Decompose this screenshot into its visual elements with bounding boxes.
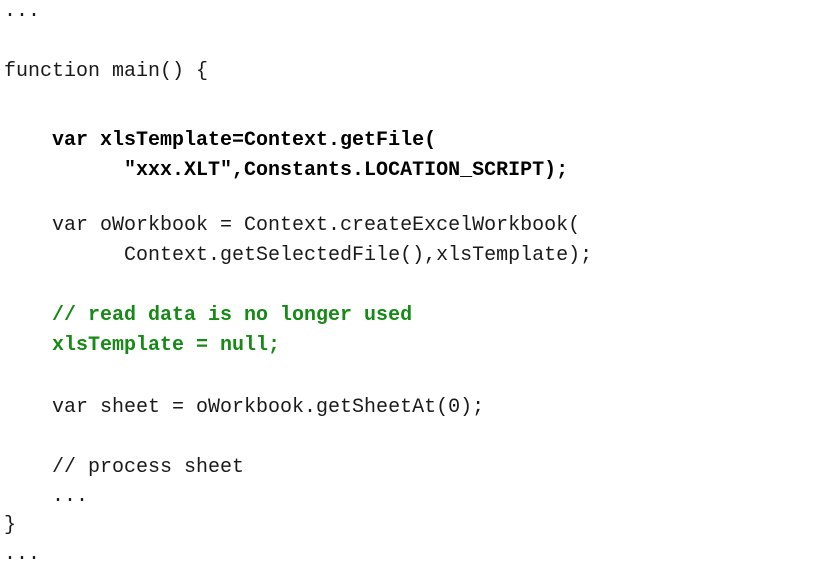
- code-line-xlstemplate-null: xlsTemplate = null;: [4, 334, 281, 357]
- code-line-var-oworkbook: var oWorkbook = Context.createExcelWorkb…: [4, 214, 581, 237]
- code-line-ellipsis-top: ...: [4, 0, 41, 23]
- code-line-create-args: Context.getSelectedFile(),xlsTemplate);: [4, 244, 593, 267]
- code-line-comment-process-sheet: // process sheet: [4, 456, 245, 479]
- code-line-comment-read-data: // read data is no longer used: [4, 304, 413, 327]
- code-line-function-main: function main() {: [4, 60, 209, 83]
- code-line-var-xlstemplate: var xlsTemplate=Context.getFile(: [4, 129, 437, 152]
- code-line-var-sheet: var sheet = oWorkbook.getSheetAt(0);: [4, 396, 485, 419]
- code-line-closing-brace: }: [4, 514, 17, 537]
- code-line-ellipsis-bottom: ...: [4, 543, 41, 566]
- code-line-getfile-args: "xxx.XLT",Constants.LOCATION_SCRIPT);: [4, 159, 569, 182]
- code-line-ellipsis-inner: ...: [4, 485, 89, 508]
